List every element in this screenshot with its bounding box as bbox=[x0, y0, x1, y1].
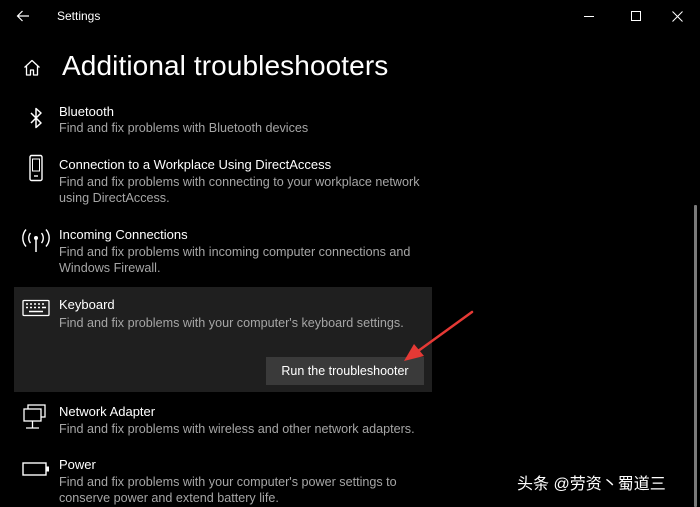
annotation-arrow bbox=[404, 310, 474, 361]
watermark: 头条 @劳资丶蜀道三 bbox=[517, 476, 666, 493]
